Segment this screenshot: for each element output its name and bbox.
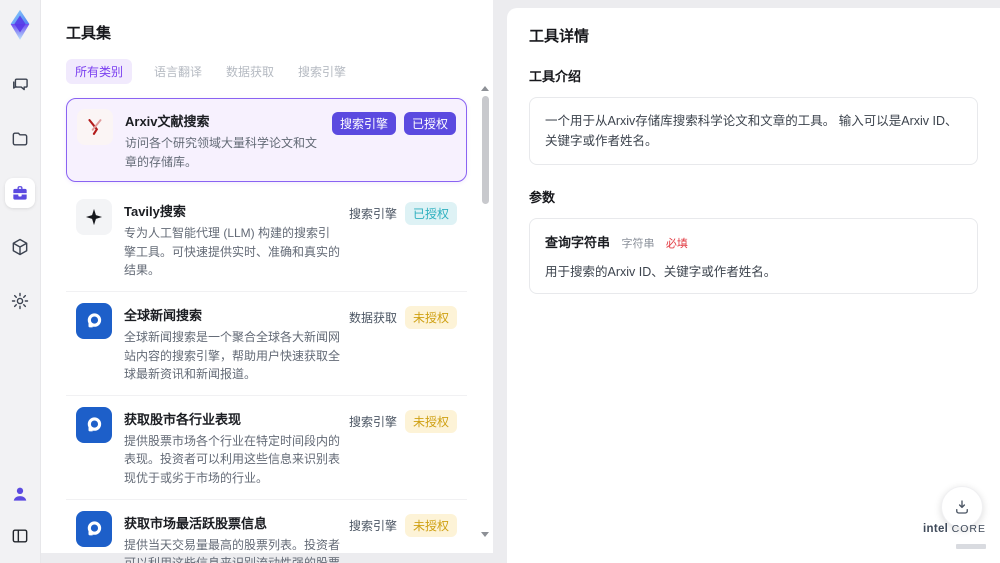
tool-category-badge: 搜索引擎 bbox=[331, 112, 396, 135]
parameter-card: 查询字符串 字符串 必填 用于搜索的Arxiv ID、关键字或作者姓名。 bbox=[529, 218, 978, 294]
arxiv-logo bbox=[77, 109, 113, 145]
tool-name: Tavily搜索 bbox=[124, 204, 186, 220]
tool-auth-badge: 未授权 bbox=[404, 513, 457, 537]
app-logo[interactable] bbox=[5, 8, 35, 42]
tool-name: 全球新闻搜索 bbox=[124, 307, 203, 323]
tool-list-item[interactable]: 获取市场最活跃股票信息 提供当天交易量最高的股票列表。投资者可以利用这些信息来识… bbox=[66, 498, 467, 563]
scrollbar-down-arrow[interactable] bbox=[481, 532, 489, 537]
news-search-logo bbox=[76, 302, 112, 339]
news-search-logo bbox=[76, 406, 112, 443]
folder-icon[interactable] bbox=[5, 124, 35, 154]
detail-title: 工具详情 bbox=[529, 28, 590, 45]
tavily-star bbox=[76, 199, 112, 236]
scrollbar-thumb[interactable] bbox=[481, 96, 489, 204]
tab-搜索引擎[interactable]: 搜索引擎 bbox=[296, 59, 348, 84]
left-sidebar bbox=[0, 0, 41, 563]
tool-auth-badge: 未授权 bbox=[404, 305, 457, 329]
tool-list-item[interactable]: 全球新闻搜索 全球新闻搜索是一个聚合全球各大新闻网站内容的搜索引擎，帮助用户快速… bbox=[66, 290, 467, 395]
tab-语言翻译[interactable]: 语言翻译 bbox=[152, 59, 204, 84]
tool-name: 获取市场最活跃股票信息 bbox=[124, 515, 268, 531]
intro-text-box: 一个用于从Arxiv存储库搜索科学论文和文章的工具。 输入可以是Arxiv ID… bbox=[529, 97, 978, 165]
parameter-description: 用于搜索的Arxiv ID、关键字或作者姓名。 bbox=[545, 265, 777, 279]
tool-detail-panel: 工具详情 工具介绍 一个用于从Arxiv存储库搜索科学论文和文章的工具。 输入可… bbox=[507, 8, 1000, 563]
parameter-name: 查询字符串 bbox=[545, 235, 611, 250]
tool-category-badge: 搜索引擎 bbox=[348, 414, 397, 429]
chip-brand2: CORE bbox=[951, 522, 986, 535]
tool-list-panel: 工具集 所有类别 语言翻译 数据获取 搜索引擎 Arxiv文献搜索 访问各个研究领域大… bbox=[41, 0, 493, 563]
chat-icon[interactable] bbox=[5, 70, 35, 100]
user-icon[interactable] bbox=[5, 479, 35, 509]
download-icon bbox=[956, 500, 968, 514]
scrollbar-up-arrow[interactable] bbox=[481, 86, 489, 91]
chip-brand: intel bbox=[923, 522, 949, 535]
tool-description: 提供股票市场各个行业在特定时间段内的表现。投资者可以利用这些信息来识别表现优于或… bbox=[124, 433, 341, 485]
tab-数据获取[interactable]: 数据获取 bbox=[224, 59, 276, 84]
parameter-required-flag: 必填 bbox=[665, 238, 688, 250]
category-tabs: 所有类别 语言翻译 数据获取 搜索引擎 bbox=[66, 59, 467, 84]
tool-description: 访问各个研究领域大量科学论文和文章的存储库。 bbox=[125, 136, 318, 169]
tool-description: 全球新闻搜索是一个聚合全球各大新闻网站内容的搜索引擎，帮助用户快速获取全球最新资… bbox=[124, 329, 341, 382]
toolbox-icon[interactable] bbox=[5, 178, 35, 208]
parameter-type: 字符串 bbox=[621, 238, 655, 250]
tool-category-badge: 搜索引擎 bbox=[348, 207, 397, 222]
tool-description: 专为人工智能代理 (LLM) 构建的搜索引擎工具。可快速提供实时、准确和真实的结… bbox=[124, 226, 341, 278]
params-heading: 参数 bbox=[529, 190, 556, 205]
panel-toggle-icon[interactable] bbox=[5, 521, 35, 551]
tab-所有类别[interactable]: 所有类别 bbox=[66, 59, 133, 84]
tool-category-badge: 数据获取 bbox=[348, 310, 397, 325]
package-icon[interactable] bbox=[5, 232, 35, 262]
tool-list-item[interactable]: Tavily搜索 专为人工智能代理 (LLM) 构建的搜索引擎工具。可快速提供实… bbox=[66, 188, 467, 291]
tool-list: Arxiv文献搜索 访问各个研究领域大量科学论文和文章的存储库。 搜索引擎 已授… bbox=[66, 98, 467, 563]
tool-name: Arxiv文献搜索 bbox=[125, 114, 210, 129]
settings-icon[interactable] bbox=[5, 286, 35, 316]
tool-description: 提供当天交易量最高的股票列表。投资者可以利用这些信息来识别流动性强的股票和潜在的… bbox=[124, 537, 341, 563]
tool-category-badge: 搜索引擎 bbox=[348, 518, 397, 533]
scrollbar[interactable] bbox=[480, 86, 490, 537]
news-search-logo bbox=[76, 510, 112, 547]
intro-heading: 工具介绍 bbox=[529, 69, 582, 84]
page-title: 工具集 bbox=[66, 25, 112, 42]
tool-name: 获取股市各行业表现 bbox=[124, 411, 242, 427]
tool-list-item[interactable]: Arxiv文献搜索 访问各个研究领域大量科学论文和文章的存储库。 搜索引擎 已授… bbox=[66, 98, 467, 183]
tool-auth-badge: 已授权 bbox=[404, 202, 457, 226]
tool-auth-badge: 未授权 bbox=[404, 409, 457, 433]
chip-sub-mark bbox=[956, 544, 986, 550]
intel-core-badge: intel CORE bbox=[923, 519, 986, 554]
tool-auth-badge: 已授权 bbox=[403, 112, 456, 135]
tool-list-item[interactable]: 获取股市各行业表现 提供股票市场各个行业在特定时间段内的表现。投资者可以利用这些… bbox=[66, 394, 467, 499]
